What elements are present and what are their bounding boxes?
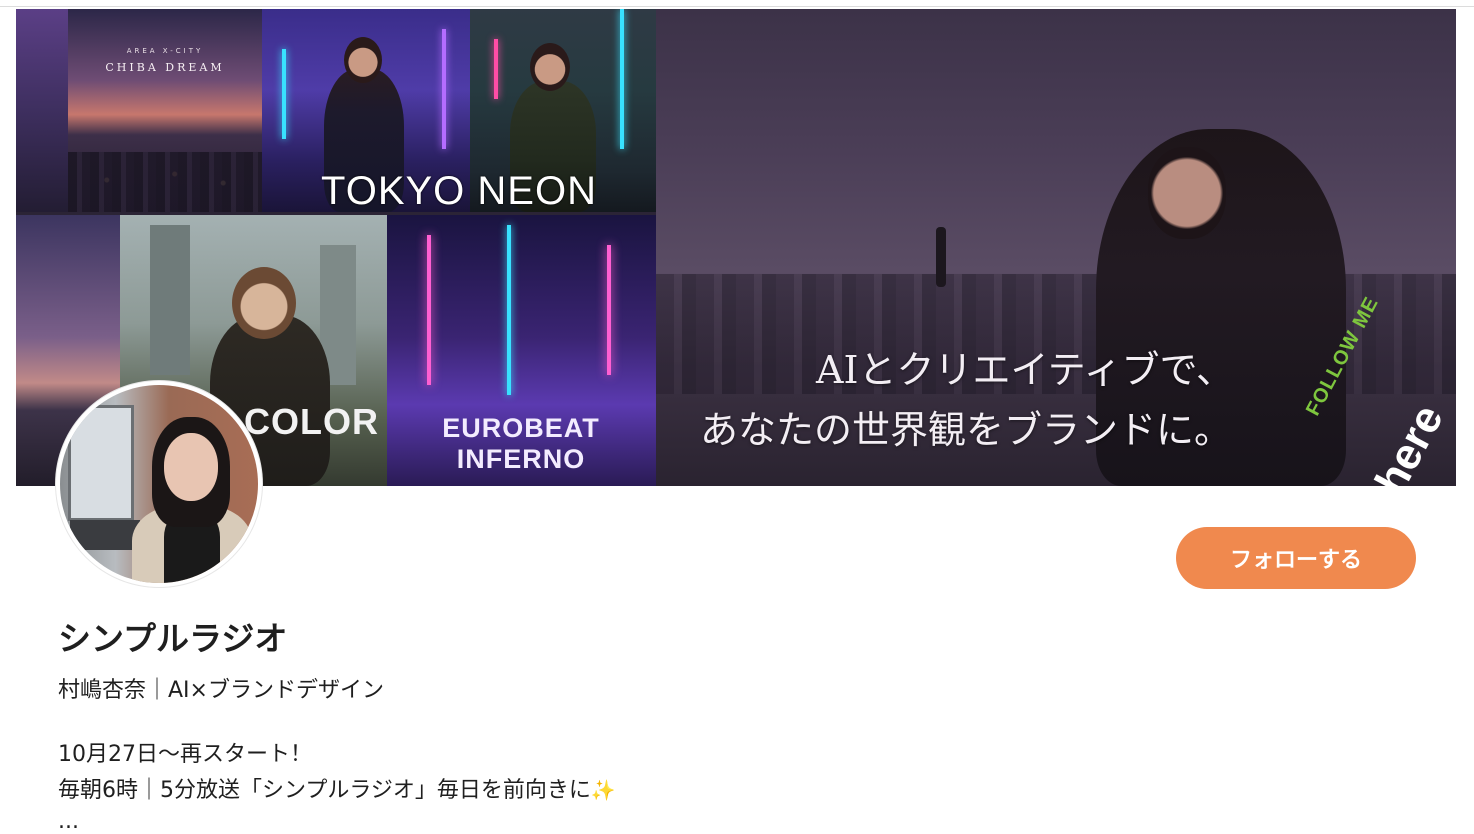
neon-light — [442, 29, 446, 149]
neon-light — [620, 9, 624, 149]
color-title: COLOR — [244, 401, 379, 442]
avatar-window — [68, 405, 134, 521]
building — [150, 225, 190, 375]
neon-light — [282, 49, 286, 139]
eurobeat-title: EUROBEAT INFERNO — [442, 413, 600, 474]
bio-line-2: 毎朝6時｜5分放送「シンプルラジオ」毎日を前向きに✨ — [58, 772, 616, 804]
banner-headline-2: あなたの世界観をブランドに。 — [699, 408, 1232, 452]
banner-panel-chiba-dream: AREA X-CITY CHIBA DREAM — [68, 9, 262, 212]
banner-panel-sunset — [16, 9, 68, 212]
city-silhouette — [68, 152, 262, 212]
portrait-head — [530, 43, 570, 91]
follow-button[interactable]: フォローする — [1176, 527, 1416, 589]
chiba-subtitle: AREA X-CITY — [126, 47, 204, 55]
portrait-head — [344, 37, 382, 83]
profile-name: シンプルラジオ — [58, 619, 288, 658]
tokyo-neon-title: TOKYO NEON — [321, 169, 597, 213]
banner-headline-1: AIとクリエイティブで、 — [816, 348, 1234, 392]
chiba-title: CHIBA DREAM — [105, 61, 225, 74]
motorcycle-mirror — [936, 227, 946, 287]
neon-light — [494, 39, 498, 99]
portrait-head — [232, 267, 296, 339]
neon-light — [607, 245, 611, 375]
sparkles-icon: ✨ — [590, 778, 616, 802]
avatar-laptop — [70, 520, 140, 550]
profile-tagline: 村嶋杏奈｜AI×ブランドデザイン — [58, 678, 384, 703]
avatar[interactable] — [56, 381, 262, 587]
bio-line-1: 10月27日〜再スタート！ — [58, 742, 312, 767]
top-divider — [0, 6, 1474, 7]
bio-more-ellipsis[interactable]: ... — [58, 811, 79, 833]
neon-light — [507, 225, 511, 395]
bio-line-2-text: 毎朝6時｜5分放送「シンプルラジオ」毎日を前向きに — [58, 778, 591, 803]
avatar-face — [164, 433, 218, 501]
neon-light — [427, 235, 431, 385]
rider-face — [1148, 147, 1226, 239]
avatar-photo — [60, 385, 258, 583]
